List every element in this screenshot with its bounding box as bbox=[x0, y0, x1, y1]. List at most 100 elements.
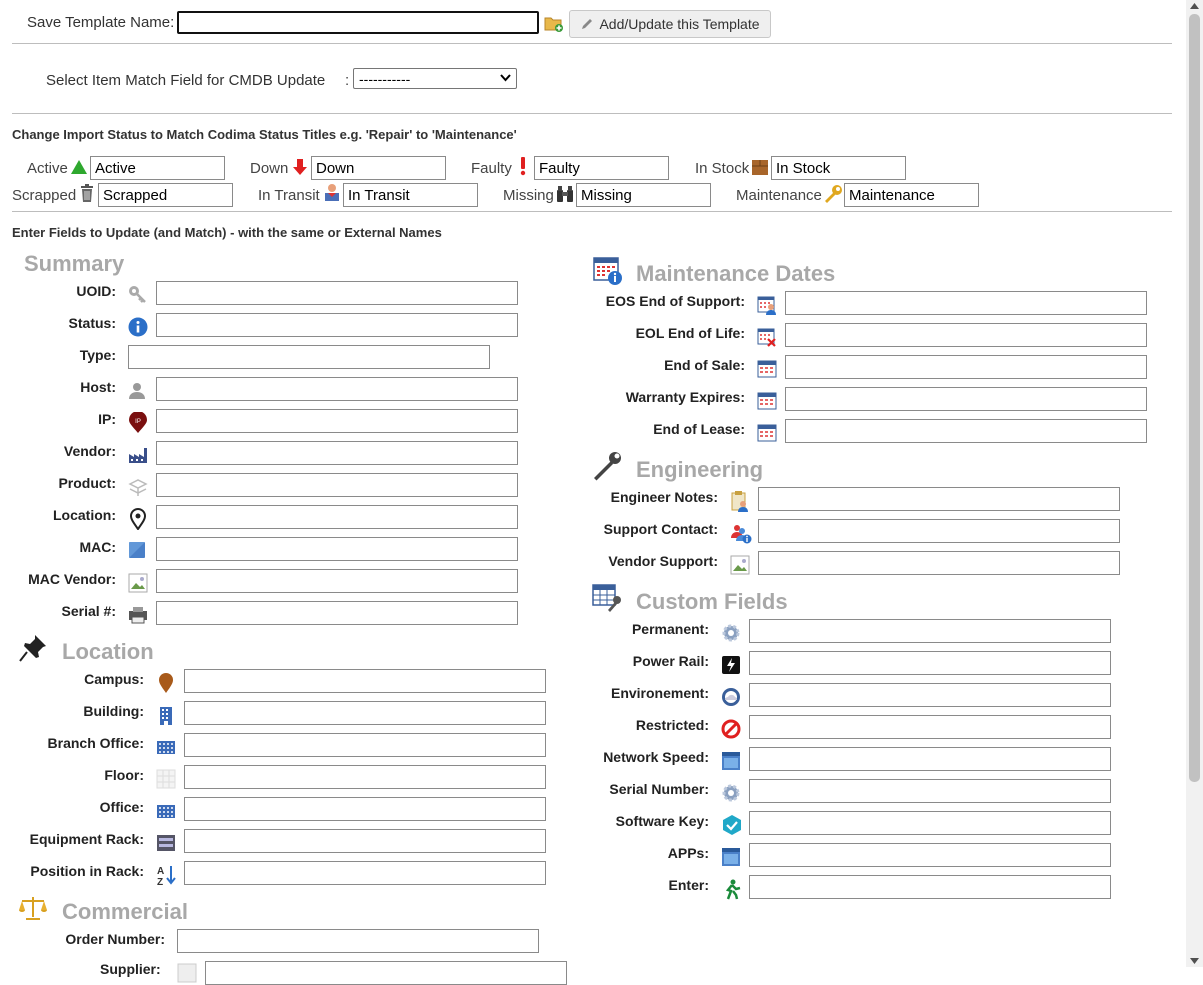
location-input-branch-office[interactable] bbox=[184, 733, 546, 757]
commercial-input-order-number[interactable] bbox=[177, 929, 539, 953]
arrow-down-icon bbox=[291, 158, 309, 176]
field-label-permanent: Permanent: bbox=[631, 621, 709, 637]
field-label-location: Location: bbox=[53, 507, 116, 523]
summary-input-status[interactable] bbox=[156, 313, 518, 337]
maintenance-input-eol[interactable] bbox=[785, 323, 1147, 347]
status-input-scrapped[interactable] bbox=[98, 183, 233, 207]
scroll-up-icon[interactable] bbox=[1190, 3, 1199, 9]
exclamation-icon bbox=[514, 157, 532, 176]
location-drop-icon bbox=[156, 672, 176, 694]
page-scrollbar[interactable] bbox=[1186, 0, 1203, 967]
engineering-input-vendor-support[interactable] bbox=[758, 551, 1120, 575]
summary-input-vendor[interactable] bbox=[156, 441, 518, 465]
location-input-building[interactable] bbox=[184, 701, 546, 725]
field-label-status: Status: bbox=[68, 315, 116, 331]
status-input-missing[interactable] bbox=[576, 183, 711, 207]
location-input-equipment-rack[interactable] bbox=[184, 829, 546, 853]
field-label-uoid: UOID: bbox=[76, 283, 116, 299]
summary-heading: Summary bbox=[24, 251, 125, 276]
field-label-mac: MAC: bbox=[79, 539, 116, 555]
custom-input-serial-number[interactable] bbox=[749, 779, 1111, 803]
pencil-icon bbox=[582, 19, 593, 29]
svg-text:A: A bbox=[157, 866, 164, 877]
svg-text:Z: Z bbox=[157, 877, 163, 886]
status-input-in-stock[interactable] bbox=[771, 156, 906, 180]
maintenance-input-eos[interactable] bbox=[785, 291, 1147, 315]
status-input-down[interactable] bbox=[311, 156, 446, 180]
trash-icon bbox=[78, 184, 96, 202]
scrollbar-thumb[interactable] bbox=[1189, 14, 1200, 782]
calendar-icon bbox=[757, 359, 777, 379]
add-update-template-button[interactable]: Add/Update this Template bbox=[569, 10, 771, 38]
field-label-restricted: Restricted: bbox=[635, 717, 709, 733]
status-input-faulty[interactable] bbox=[534, 156, 669, 180]
field-label-floor: Floor: bbox=[104, 767, 144, 783]
summary-input-host[interactable] bbox=[156, 377, 518, 401]
match-field-select[interactable]: ----------- bbox=[353, 68, 517, 89]
summary-input-mac-vendor[interactable] bbox=[156, 569, 518, 593]
scroll-down-icon[interactable] bbox=[1190, 958, 1199, 964]
commercial-input-supplier[interactable] bbox=[205, 961, 567, 985]
field-label-power-rail: Power Rail: bbox=[632, 653, 709, 669]
calendar-info-icon bbox=[593, 256, 623, 286]
template-name-input[interactable] bbox=[177, 11, 539, 34]
custom-input-environement[interactable] bbox=[749, 683, 1111, 707]
map-pin-icon bbox=[128, 508, 148, 530]
summary-input-product[interactable] bbox=[156, 473, 518, 497]
factory-icon bbox=[128, 445, 148, 465]
summary-input-mac[interactable] bbox=[156, 537, 518, 561]
field-label-software-key: Software Key: bbox=[615, 813, 709, 829]
field-label-ip: IP: bbox=[98, 411, 116, 427]
engineering-input-support-contact[interactable] bbox=[758, 519, 1120, 543]
field-label-vendor: Vendor: bbox=[63, 443, 116, 459]
location-input-office[interactable] bbox=[184, 797, 546, 821]
custom-input-apps[interactable] bbox=[749, 843, 1111, 867]
shield-check-icon bbox=[721, 814, 743, 836]
commercial-heading: Commercial bbox=[62, 899, 188, 924]
wrench-icon bbox=[823, 184, 843, 204]
summary-input-serial[interactable] bbox=[156, 601, 518, 625]
lightning-icon bbox=[721, 655, 741, 675]
calendar-icon bbox=[757, 423, 777, 443]
engineering-input-engineer-notes[interactable] bbox=[758, 487, 1120, 511]
custom-input-permanent[interactable] bbox=[749, 619, 1111, 643]
custom-input-restricted[interactable] bbox=[749, 715, 1111, 739]
location-input-floor[interactable] bbox=[184, 765, 546, 789]
summary-input-uoid[interactable] bbox=[156, 281, 518, 305]
gear-icon bbox=[721, 783, 741, 803]
office-icon bbox=[156, 801, 176, 821]
maintenance-input-end-of-lease[interactable] bbox=[785, 419, 1147, 443]
maintenance-heading: Maintenance Dates bbox=[636, 261, 836, 286]
summary-input-location[interactable] bbox=[156, 505, 518, 529]
custom-input-power-rail[interactable] bbox=[749, 651, 1111, 675]
divider bbox=[12, 113, 1172, 114]
weather-icon bbox=[721, 687, 741, 707]
summary-input-ip[interactable] bbox=[156, 409, 518, 433]
custom-input-software-key[interactable] bbox=[749, 811, 1111, 835]
divider bbox=[12, 211, 1172, 212]
match-field-selected: ----------- bbox=[359, 71, 411, 87]
custom-input-enter[interactable] bbox=[749, 875, 1111, 899]
location-input-campus[interactable] bbox=[184, 669, 546, 693]
status-input-maintenance[interactable] bbox=[844, 183, 979, 207]
location-input-position-in-rack[interactable] bbox=[184, 861, 546, 885]
calendar-user-icon bbox=[757, 295, 777, 315]
floor-icon bbox=[156, 769, 176, 789]
table-wrench-icon bbox=[592, 584, 622, 612]
status-input-active[interactable] bbox=[90, 156, 225, 180]
status-input-in-transit[interactable] bbox=[343, 183, 478, 207]
field-label-branch-office: Branch Office: bbox=[47, 735, 144, 751]
box-icon bbox=[751, 158, 769, 176]
gear-icon bbox=[721, 623, 741, 643]
field-label-building: Building: bbox=[83, 703, 144, 719]
add-folder-icon[interactable] bbox=[544, 14, 564, 34]
status-label-faulty: Faulty bbox=[471, 160, 512, 177]
match-field-colon: : bbox=[345, 72, 350, 89]
custom-input-network-speed[interactable] bbox=[749, 747, 1111, 771]
maintenance-input-warranty-expires[interactable] bbox=[785, 387, 1147, 411]
field-label-type: Type: bbox=[79, 347, 116, 363]
summary-input-type[interactable] bbox=[128, 345, 490, 369]
maintenance-input-end-of-sale[interactable] bbox=[785, 355, 1147, 379]
image-icon bbox=[128, 573, 148, 593]
status-label-missing: Missing bbox=[503, 187, 554, 204]
